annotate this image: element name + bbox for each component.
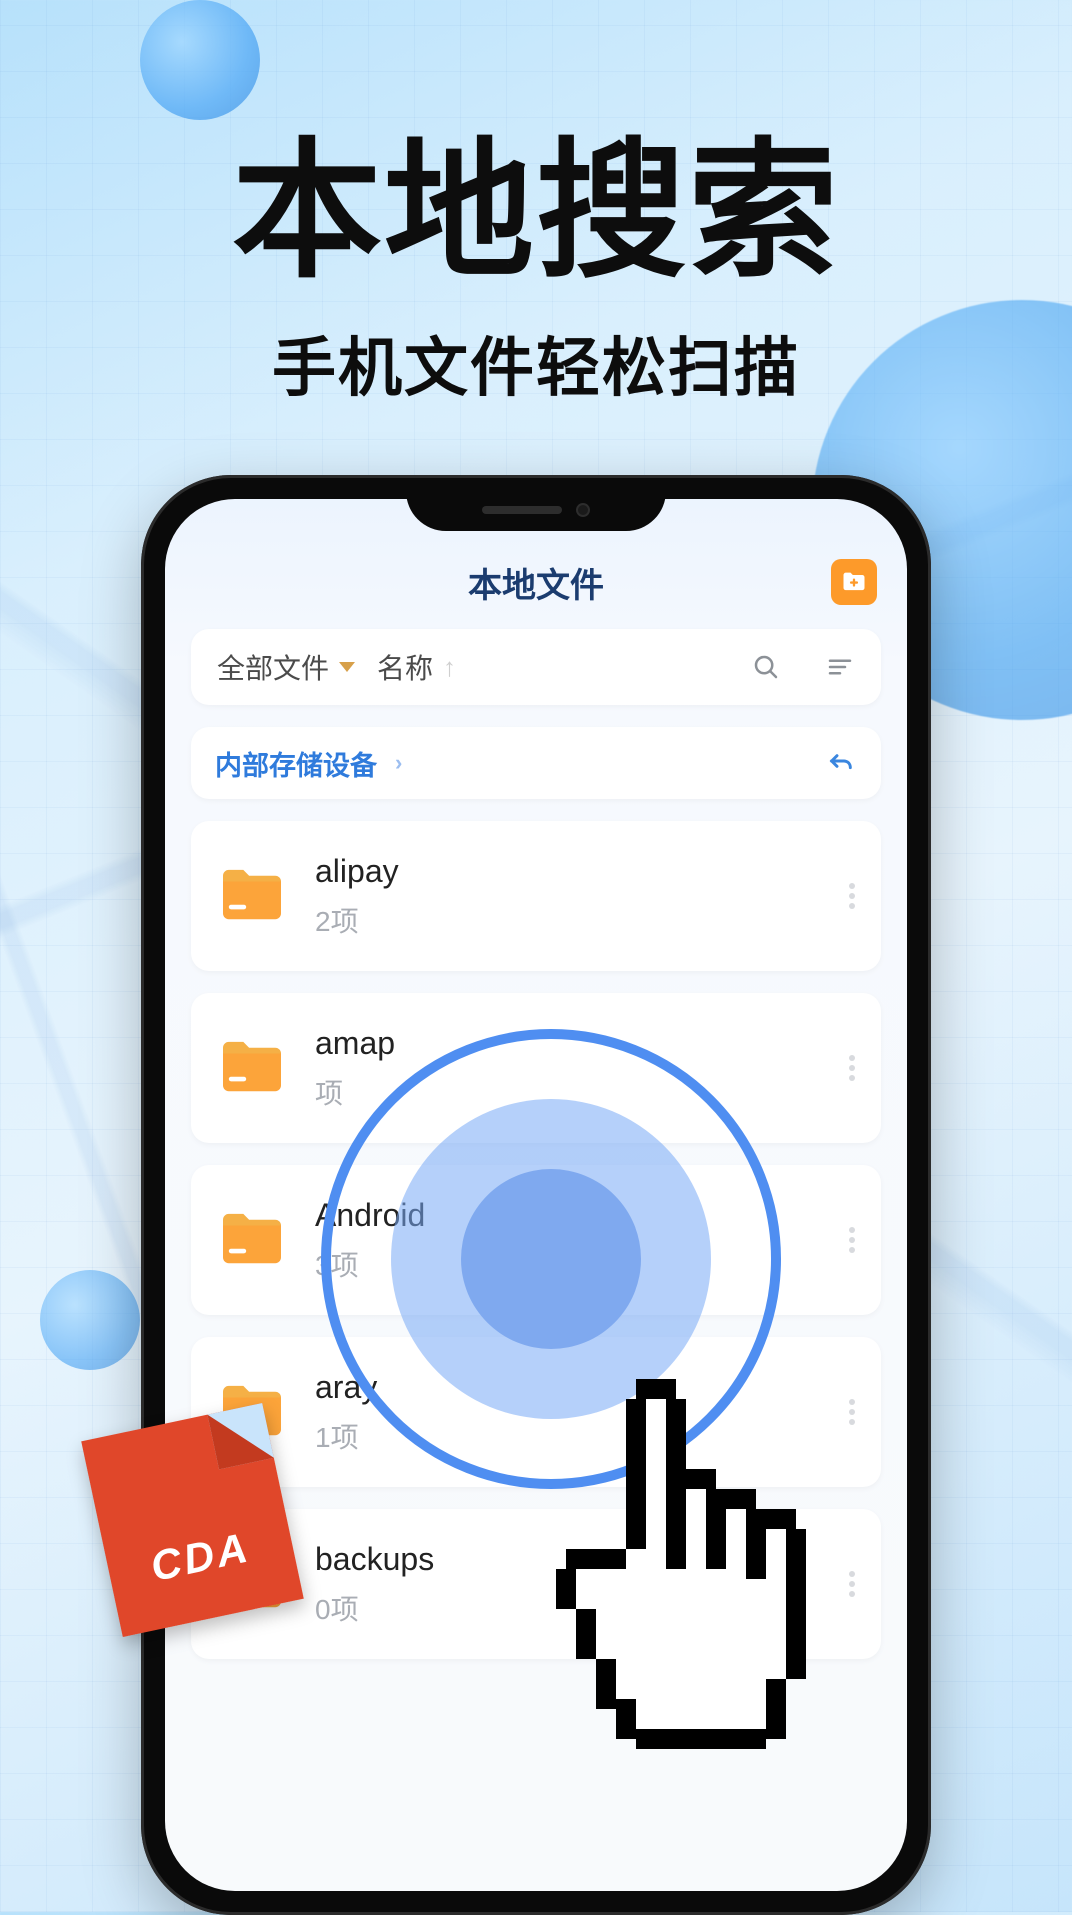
folder-name: alipay (315, 853, 849, 890)
breadcrumb-label: 内部存储设备 (215, 744, 377, 783)
folder-name: aray (315, 1369, 849, 1406)
undo-button[interactable] (825, 745, 857, 782)
new-folder-button[interactable] (831, 559, 877, 605)
sort-options-button[interactable] (825, 652, 855, 682)
decor-orb (40, 1270, 140, 1370)
phone-screen: 本地文件 全部文件 名称 ↑ (165, 499, 907, 1891)
app-header: 本地文件 (165, 547, 907, 617)
sort-lines-icon (825, 652, 855, 682)
folder-name: amap (315, 1025, 849, 1062)
more-button[interactable] (849, 1571, 855, 1597)
folder-meta: 3项 (315, 1244, 849, 1284)
more-button[interactable] (849, 883, 855, 909)
folder-meta: 2项 (315, 900, 849, 940)
folder-name: backups (315, 1541, 849, 1578)
arrow-up-icon: ↑ (443, 652, 456, 683)
breadcrumb-bar: 内部存储设备 › (191, 727, 881, 799)
folder-name: Android (315, 1197, 849, 1234)
folder-meta: 0项 (315, 1588, 849, 1628)
app-title: 本地文件 (468, 558, 604, 607)
folder-item[interactable]: amap 项 (191, 993, 881, 1143)
search-button[interactable] (751, 652, 781, 682)
filter-label: 全部文件 (217, 647, 329, 687)
hero-title: 本地搜索 (0, 0, 1072, 307)
hero-subtitle: 手机文件轻松扫描 (0, 317, 1072, 409)
folder-item[interactable]: Android 3项 (191, 1165, 881, 1315)
filter-dropdown[interactable]: 全部文件 (217, 647, 355, 687)
sort-label: 名称 (377, 647, 433, 687)
phone-frame: 本地文件 全部文件 名称 ↑ (141, 475, 931, 1915)
folder-item[interactable]: aray 1项 (191, 1337, 881, 1487)
folder-item[interactable]: alipay 2项 (191, 821, 881, 971)
breadcrumb-root[interactable]: 内部存储设备 › (215, 744, 402, 783)
folder-meta: 1项 (315, 1416, 849, 1456)
more-button[interactable] (849, 1055, 855, 1081)
undo-icon (825, 745, 857, 777)
folder-icon (217, 1211, 287, 1269)
more-button[interactable] (849, 1227, 855, 1253)
caret-down-icon (339, 662, 355, 672)
phone-notch (406, 489, 666, 531)
folder-list: alipay 2项 amap 项 (191, 821, 881, 1659)
toolbar: 全部文件 名称 ↑ (191, 629, 881, 705)
folder-icon (217, 867, 287, 925)
folder-plus-icon (840, 568, 868, 596)
sort-dropdown[interactable]: 名称 ↑ (377, 647, 456, 687)
more-button[interactable] (849, 1399, 855, 1425)
folder-icon (217, 1039, 287, 1097)
search-icon (751, 652, 781, 682)
folder-meta: 项 (315, 1072, 849, 1112)
chevron-right-icon: › (395, 750, 402, 776)
